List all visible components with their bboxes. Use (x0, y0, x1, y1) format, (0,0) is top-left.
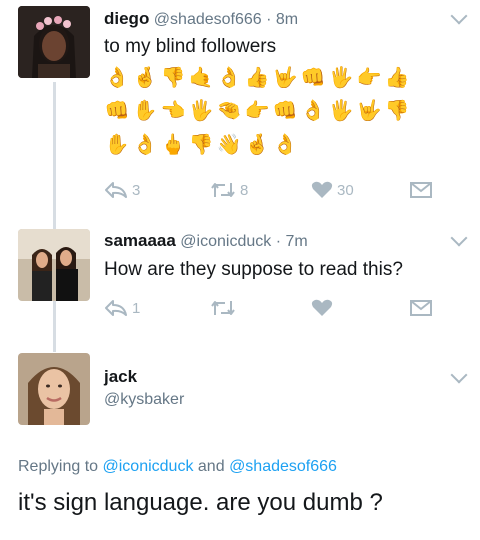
like-count: 30 (337, 181, 354, 199)
heart-icon (311, 299, 333, 316)
envelope-icon (410, 300, 432, 316)
envelope-icon (410, 182, 432, 198)
retweet-count: 8 (240, 181, 249, 199)
display-name[interactable]: jack (104, 367, 137, 387)
avatar[interactable] (18, 229, 90, 301)
avatar[interactable] (18, 353, 90, 425)
retweet-icon (211, 301, 235, 315)
replying-prefix: Replying to (18, 458, 99, 475)
display-name[interactable]: diego (104, 9, 149, 28)
hand-emoji: 🖕 (160, 134, 186, 156)
reply-button[interactable]: 3 (104, 181, 140, 199)
hand-emoji: 👊 (300, 67, 326, 89)
hand-emoji: 👉 (244, 100, 270, 122)
hand-emoji: 🤟 (272, 67, 298, 89)
hand-emoji: 👌 (272, 134, 298, 156)
hand-emoji: 👌 (216, 67, 242, 89)
retweet-icon (211, 183, 235, 197)
handle[interactable]: @iconicduck (180, 233, 271, 250)
timestamp[interactable]: 8m (276, 11, 298, 28)
hand-emoji: 👈 (160, 100, 186, 122)
like-button[interactable] (311, 299, 333, 317)
hand-emoji: 👉 (356, 67, 382, 89)
hand-emoji: 👌 (132, 134, 158, 156)
hand-emoji: 🤏 (216, 100, 242, 122)
hand-emoji: ✋ (132, 100, 158, 122)
hand-emoji: 🖐 (188, 100, 214, 122)
heart-icon (311, 181, 333, 198)
display-name[interactable]: samaaaa (104, 231, 176, 250)
like-button[interactable]: 30 (311, 181, 354, 199)
emoji-row-2: 👊 ✋ 👈 🖐 🤏 👉 👊 👌 🖐 🤟 👎 (104, 99, 410, 123)
hand-emoji: 🤟 (356, 100, 382, 122)
hand-emoji: 👎 (188, 134, 214, 156)
hand-emoji: 👌 (300, 100, 326, 122)
hand-emoji: 👊 (104, 100, 130, 122)
chevron-down-icon[interactable] (450, 7, 468, 25)
thread-connector-line (53, 82, 56, 352)
emoji-row-3: ✋ 👌 🖕 👎 👋 🤞 👌 (104, 133, 298, 157)
hand-emoji: 🖐 (328, 100, 354, 122)
tweet-text: it's sign language. are you dumb ? (18, 489, 383, 516)
hand-emoji: 👎 (160, 67, 186, 89)
hand-emoji: 🤞 (244, 134, 270, 156)
reply-icon (105, 300, 127, 316)
retweet-button[interactable] (210, 299, 236, 317)
hand-emoji: 🖐 (328, 67, 354, 89)
hand-emoji: 🤙 (188, 67, 214, 89)
hand-emoji: 👍 (384, 67, 410, 89)
dot-separator: · (266, 11, 272, 28)
hand-emoji: 🤞 (132, 67, 158, 89)
reply-count: 1 (132, 299, 141, 317)
avatar[interactable] (18, 6, 90, 78)
tweet-text: How are they suppose to read this? (104, 259, 403, 280)
reply-mention-2[interactable]: @shadesof666 (229, 458, 337, 475)
handle[interactable]: @shadesof666 (154, 11, 262, 28)
hand-emoji: 👋 (216, 134, 242, 156)
dot-separator: · (275, 233, 282, 250)
timestamp[interactable]: 7m (285, 233, 307, 250)
handle[interactable]: @kysbaker (104, 391, 184, 409)
chevron-down-icon[interactable] (450, 366, 468, 384)
tweet-text: to my blind followers (104, 36, 277, 57)
hand-emoji: ✋ (104, 134, 130, 156)
hand-emoji: 👎 (384, 100, 410, 122)
reply-icon (105, 182, 127, 198)
dm-button[interactable] (410, 300, 432, 316)
reply-button[interactable]: 1 (104, 299, 140, 317)
hand-emoji: 👍 (244, 67, 270, 89)
dm-button[interactable] (410, 182, 432, 198)
reply-mention-1[interactable]: @iconicduck (103, 458, 194, 475)
replying-to: Replying to @iconicduck and @shadesof666 (18, 458, 337, 476)
replying-and: and (197, 458, 225, 475)
emoji-row-1: 👌 🤞 👎 🤙 👌 👍 🤟 👊 🖐 👉 👍 (104, 66, 410, 90)
chevron-down-icon[interactable] (450, 229, 468, 247)
reply-count: 3 (132, 181, 141, 199)
hand-emoji: 👊 (272, 100, 298, 122)
retweet-button[interactable]: 8 (210, 181, 248, 199)
hand-emoji: 👌 (104, 67, 130, 89)
